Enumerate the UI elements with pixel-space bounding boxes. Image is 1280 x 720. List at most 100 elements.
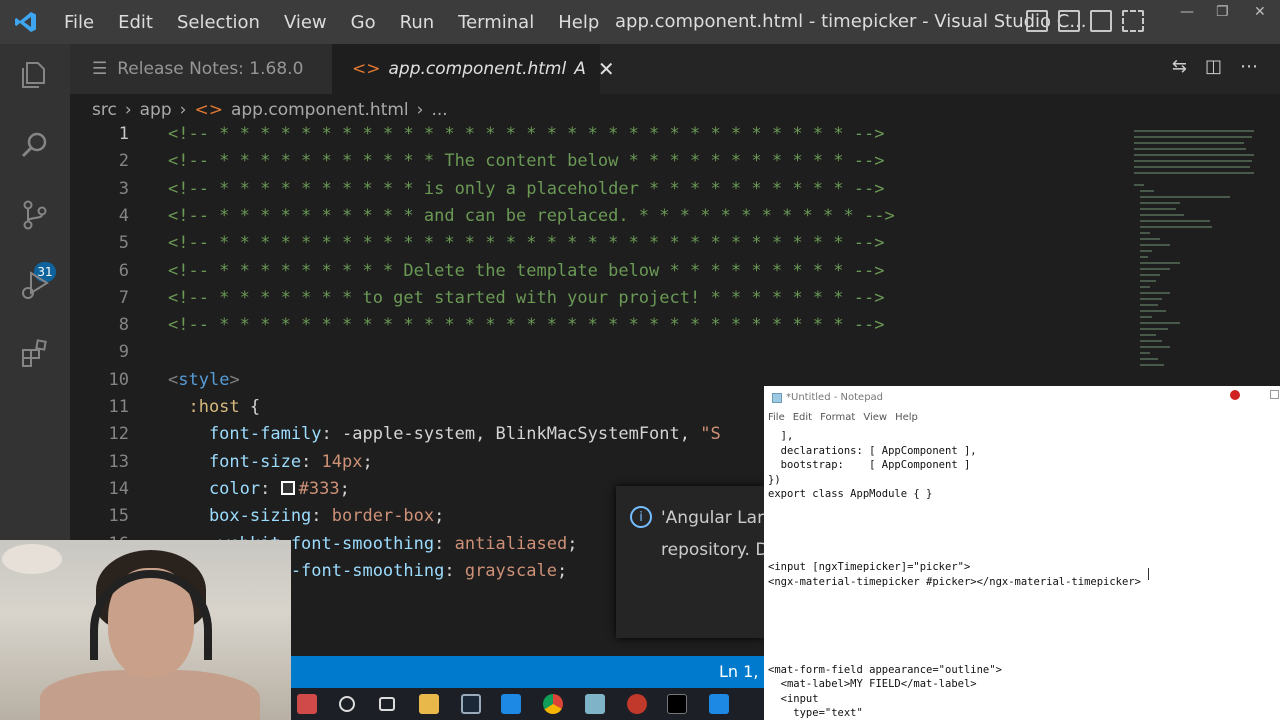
run-debug-icon[interactable] [16, 266, 54, 304]
code-line[interactable]: 3 <!-- * * * * * * * * * * is only a plac… [70, 179, 1130, 206]
terminal-icon[interactable] [667, 694, 687, 714]
code-line[interactable]: 8 <!-- * * * * * * * * * * * * * * * * * … [70, 315, 1130, 342]
chevron-right-icon: › [124, 100, 132, 120]
color-swatch-icon[interactable] [280, 480, 295, 495]
minimize-icon[interactable]: — [1180, 4, 1194, 20]
notepad-title: *Untitled - Notepad [786, 392, 884, 403]
line-number: 1 [118, 124, 129, 144]
restore-icon[interactable]: ❐ [1216, 4, 1229, 20]
breadcrumb-more[interactable]: ... [431, 100, 447, 120]
close-window-icon[interactable]: ✕ [1254, 4, 1266, 20]
code-token: "S [700, 424, 721, 445]
tab-label: app.component.html [388, 59, 567, 79]
file-explorer-icon[interactable] [419, 694, 439, 714]
menu-item-help[interactable]: Help [546, 12, 611, 33]
menu-item-file[interactable]: File [52, 12, 106, 33]
customize-layout-icon[interactable] [1122, 10, 1144, 32]
code-token: <!-- * * * * * * * * * * * * * * * * * *… [168, 233, 885, 254]
line-number: 13 [108, 451, 129, 472]
code-token: : [434, 533, 455, 554]
notepad-menu-file[interactable]: File [764, 412, 789, 428]
code-line[interactable]: 1 <!-- * * * * * * * * * * * * * * * * * … [70, 124, 1130, 151]
breadcrumb-app[interactable]: app [140, 100, 172, 120]
notepad-line: <ngx-material-timepicker #picker></ngx-m… [768, 576, 1141, 588]
code-line[interactable]: 4 <!-- * * * * * * * * * * and can be rep… [70, 206, 1130, 233]
code-token: : [444, 560, 465, 581]
minimap-line [1140, 304, 1158, 306]
tab-label: Release Notes: 1.68.0 [117, 59, 304, 79]
minimap-line [1140, 208, 1176, 210]
code-line[interactable]: 6 <!-- * * * * * * * * * Delete the templ… [70, 261, 1130, 288]
code-token: <!-- * * * * * * * * * * is only a place… [168, 178, 885, 199]
menu-item-view[interactable]: View [272, 12, 339, 33]
minimap-line [1140, 226, 1212, 228]
minimap-line [1140, 250, 1152, 252]
tab-app-component[interactable]: <> app.component.html A ✕ [332, 44, 615, 94]
cortana-icon[interactable] [339, 696, 355, 712]
html-file-icon: <> [352, 59, 381, 79]
line-number: 10 [108, 369, 129, 390]
source-control-icon[interactable] [16, 196, 54, 234]
notepad-menu-edit[interactable]: Edit [789, 412, 816, 428]
steam-icon[interactable] [461, 694, 481, 714]
line-number: 4 [118, 205, 129, 226]
toggle-sidebar-icon[interactable] [1026, 10, 1048, 32]
code-token: ; [339, 478, 350, 499]
code-token: { [249, 397, 261, 417]
menu-item-selection[interactable]: Selection [165, 12, 272, 33]
gift-app-icon[interactable] [297, 694, 317, 714]
info-icon: i [630, 506, 652, 528]
code-token: <!-- * * * * * * * * * * * * * * * * * *… [168, 124, 885, 144]
menu-item-terminal[interactable]: Terminal [446, 12, 546, 33]
split-editor-icon[interactable]: ◫ [1205, 56, 1222, 77]
code-token: : [321, 424, 343, 445]
menu-item-run[interactable]: Run [388, 12, 447, 33]
background-decoration [2, 544, 62, 574]
breadcrumb-file[interactable]: app.component.html [231, 100, 409, 120]
notepad-icon [772, 393, 782, 403]
minimap-line [1134, 136, 1252, 138]
notepad-menu-format[interactable]: Format [816, 412, 859, 428]
app-icon[interactable] [627, 694, 647, 714]
maximize-icon[interactable] [1270, 390, 1279, 399]
notepad-menu-view[interactable]: View [859, 412, 891, 428]
menu-item-edit[interactable]: Edit [106, 12, 165, 33]
code-line[interactable]: 5 <!-- * * * * * * * * * * * * * * * * * … [70, 233, 1130, 260]
open-changes-icon[interactable]: ⇆ [1172, 56, 1187, 77]
layout-controls [1026, 10, 1144, 32]
code-token: 14px [321, 451, 363, 472]
breadcrumb-src[interactable]: src [92, 100, 117, 120]
code-text: <style> [168, 370, 240, 390]
explorer-icon[interactable] [16, 56, 54, 94]
minimap-line [1140, 298, 1162, 300]
notepad-line: <mat-form-field appearance="outline"> [768, 663, 1002, 676]
more-actions-icon[interactable]: ⋯ [1240, 56, 1258, 77]
notification-toast[interactable]: i 'Angular Lan repository. D [616, 486, 768, 638]
app-icon[interactable] [501, 694, 521, 714]
search-icon[interactable] [16, 126, 54, 164]
notification-message-line2: repository. D [661, 540, 769, 560]
code-token: font-size [168, 451, 302, 472]
chevron-right-icon: › [416, 100, 424, 120]
code-line[interactable]: 7 <!-- * * * * * * * to get started with … [70, 288, 1130, 315]
app-icon[interactable] [585, 694, 605, 714]
task-view-icon[interactable] [379, 697, 395, 711]
code-token: box-sizing [168, 506, 312, 527]
minimap-line [1140, 280, 1156, 282]
line-number: 2 [118, 151, 129, 172]
toggle-panel-icon[interactable] [1058, 10, 1080, 32]
extensions-icon[interactable] [16, 334, 54, 372]
close-tab-icon[interactable]: ✕ [598, 57, 615, 81]
minimap[interactable] [1134, 124, 1264, 384]
code-line[interactable]: 2 <!-- * * * * * * * * * * * The content … [70, 151, 1130, 178]
notepad-menu-help[interactable]: Help [891, 412, 922, 428]
notepad-window[interactable]: *Untitled - Notepad File Edit Format View He… [764, 386, 1280, 720]
vscode-taskbar-icon[interactable] [709, 694, 729, 714]
toggle-secondary-sidebar-icon[interactable] [1090, 10, 1112, 32]
code-line[interactable]: 9 [70, 342, 1130, 369]
minimap-line [1140, 364, 1164, 366]
chrome-icon[interactable] [543, 694, 563, 714]
tab-release-notes[interactable]: ☰ Release Notes: 1.68.0 [70, 44, 332, 94]
menu-item-go[interactable]: Go [339, 12, 388, 33]
code-token: color [168, 478, 261, 499]
